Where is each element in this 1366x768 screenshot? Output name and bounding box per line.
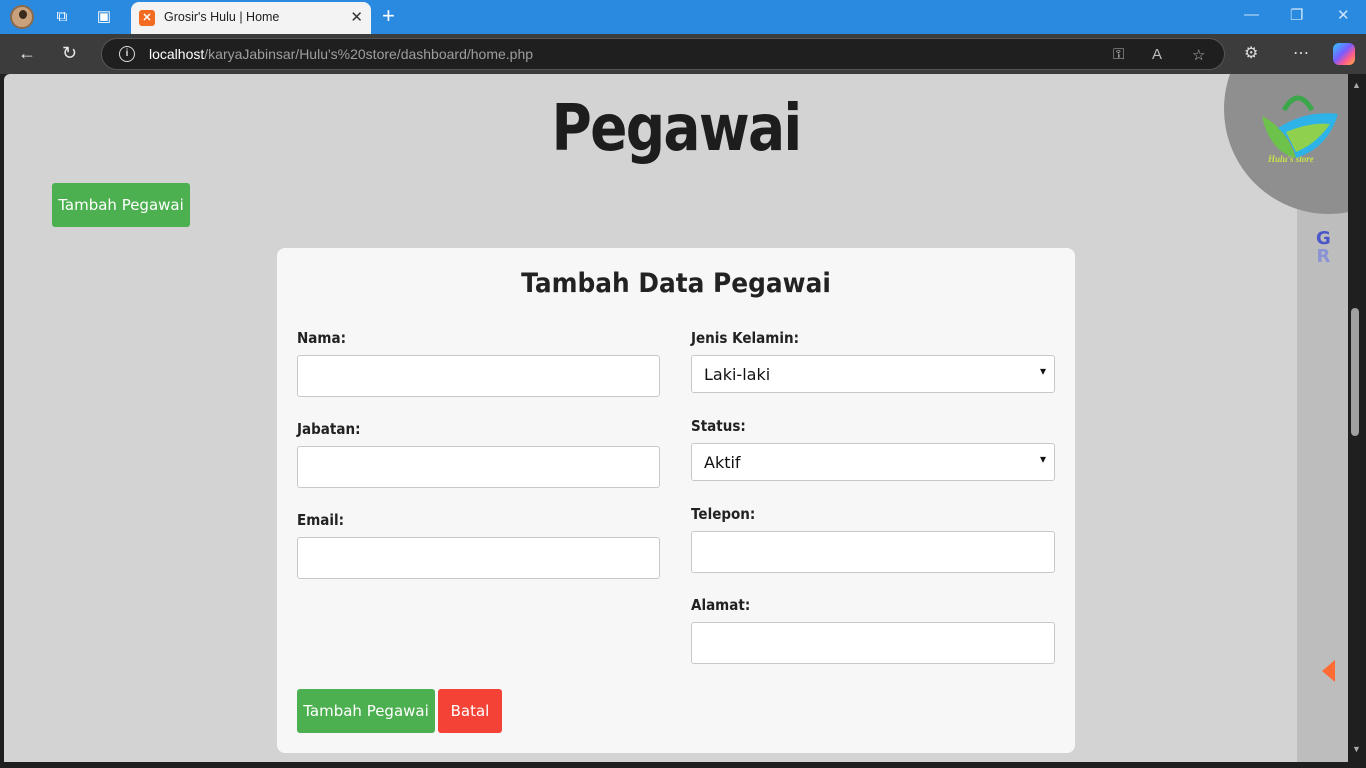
refresh-icon[interactable]: ↻ xyxy=(62,43,77,64)
tab-close-icon[interactable]: ✕ xyxy=(350,8,363,26)
status-select[interactable]: Aktif ▾ xyxy=(691,443,1055,481)
collapse-arrow-icon[interactable] xyxy=(1322,660,1335,682)
more-menu-icon[interactable]: ⋯ xyxy=(1293,43,1309,63)
jabatan-input[interactable] xyxy=(297,446,660,488)
telepon-input[interactable] xyxy=(691,531,1055,573)
new-tab-icon[interactable]: + xyxy=(382,4,395,28)
email-input[interactable] xyxy=(297,537,660,579)
read-aloud-icon[interactable]: A xyxy=(1152,46,1162,63)
form-title: Tambah Data Pegawai xyxy=(521,268,831,299)
site-info-icon[interactable]: i xyxy=(119,46,135,62)
key-icon[interactable]: ⚿ xyxy=(1113,46,1124,63)
logo-text: Hulu's store xyxy=(1268,154,1314,164)
scrollbar-thumb[interactable] xyxy=(1351,308,1359,436)
nama-input[interactable] xyxy=(297,355,660,397)
address-bar-area: ← ↻ i localhost/karyaJabinsar/Hulu's%20s… xyxy=(0,34,1366,74)
window-bottom-edge xyxy=(0,762,1366,768)
minimize-icon[interactable]: — xyxy=(1244,6,1259,23)
gr-badge[interactable]: GR xyxy=(1316,230,1331,266)
close-window-icon[interactable]: ✕ xyxy=(1337,6,1350,24)
active-tab[interactable]: ✕ Grosir's Hulu | Home ✕ xyxy=(131,2,371,34)
tambah-pegawai-button[interactable]: Tambah Pegawai xyxy=(52,183,190,227)
cancel-button[interactable]: Batal xyxy=(438,689,502,733)
nama-label: Nama: xyxy=(297,329,346,347)
chevron-down-icon: ▾ xyxy=(1039,364,1046,378)
status-label: Status: xyxy=(691,417,746,435)
tab-actions-icon[interactable]: ▣ xyxy=(94,7,114,27)
page-title: Pegawai xyxy=(551,92,802,166)
url-field[interactable]: i localhost/karyaJabinsar/Hulu's%20store… xyxy=(101,38,1225,70)
alamat-input[interactable] xyxy=(691,622,1055,664)
scroll-down-icon[interactable]: ▼ xyxy=(1352,744,1361,754)
profile-avatar[interactable] xyxy=(10,5,34,29)
jenis-kelamin-select[interactable]: Laki-laki ▾ xyxy=(691,355,1055,393)
extensions-icon[interactable]: ⚙ xyxy=(1244,43,1258,63)
copilot-icon[interactable] xyxy=(1333,43,1355,65)
title-bar: ⧉ ▣ ✕ Grosir's Hulu | Home ✕ + — ❐ ✕ xyxy=(0,0,1366,34)
telepon-label: Telepon: xyxy=(691,505,756,523)
url-text: localhost/karyaJabinsar/Hulu's%20store/d… xyxy=(149,46,534,62)
alamat-label: Alamat: xyxy=(691,596,751,614)
email-label: Email: xyxy=(297,511,345,529)
add-employee-form: Tambah Data Pegawai Nama: Jabatan: Email… xyxy=(277,248,1075,753)
jabatan-label: Jabatan: xyxy=(297,420,361,438)
tab-title: Grosir's Hulu | Home xyxy=(164,10,280,24)
submit-button[interactable]: Tambah Pegawai xyxy=(297,689,435,733)
favorite-star-icon[interactable]: ☆ xyxy=(1192,46,1205,64)
back-icon[interactable]: ← xyxy=(18,43,36,64)
xampp-favicon-icon: ✕ xyxy=(139,10,155,26)
chevron-down-icon: ▾ xyxy=(1039,452,1046,466)
jenis-kelamin-label: Jenis Kelamin: xyxy=(691,329,799,347)
scroll-up-icon[interactable]: ▲ xyxy=(1352,80,1361,90)
workspaces-icon[interactable]: ⧉ xyxy=(52,7,72,27)
restore-icon[interactable]: ❐ xyxy=(1290,6,1303,24)
page-viewport: Hulu's store GR Pegawai Tambah Pegawai T… xyxy=(4,74,1348,762)
